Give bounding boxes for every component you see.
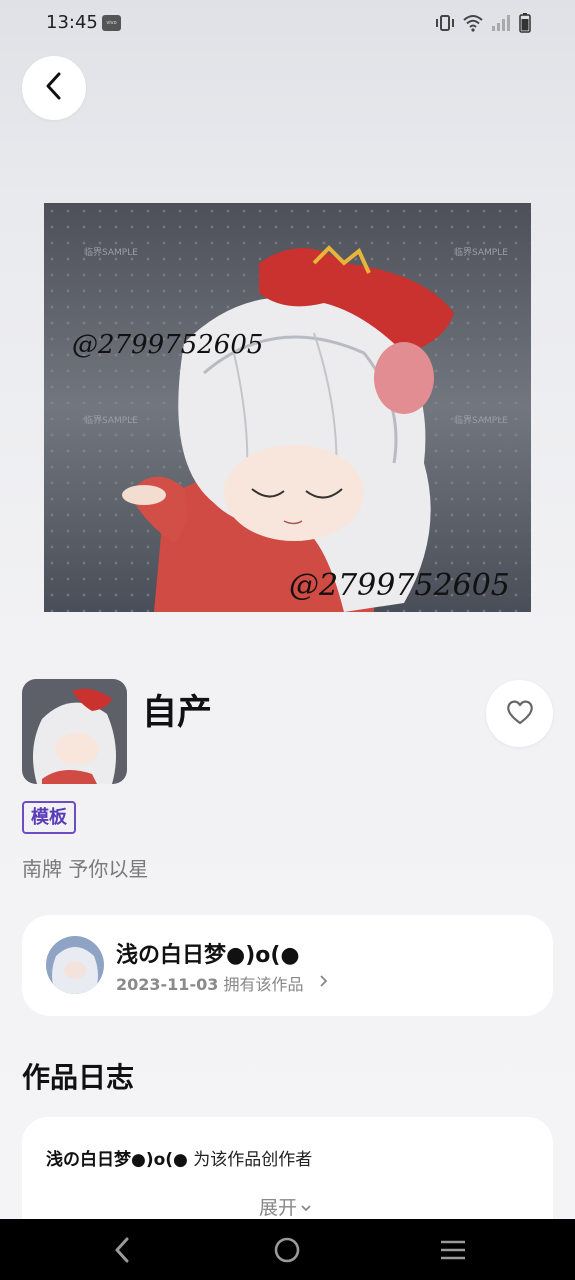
chevron-down-icon — [300, 1196, 312, 1218]
back-button[interactable] — [22, 56, 86, 120]
expand-button[interactable]: 展开 — [259, 1193, 312, 1220]
wifi-icon — [463, 14, 483, 32]
owner-meta: 2023-11-03 拥有该作品 — [116, 971, 303, 995]
owner-card[interactable]: 浅の白日梦●)o(● 2023-11-03 拥有该作品 — [22, 915, 553, 1016]
like-button[interactable] — [486, 680, 553, 747]
nav-back-button[interactable] — [107, 1235, 137, 1265]
owner-meta-text: 拥有该作品 — [223, 975, 304, 994]
template-tag: 模板 — [22, 801, 76, 834]
status-icons — [435, 12, 531, 34]
artwork-title: 自产 — [142, 693, 213, 733]
log-entry-name: 浅の白日梦●)o(● — [46, 1150, 188, 1170]
signal-icon — [491, 14, 511, 32]
nav-home-button[interactable] — [272, 1235, 302, 1265]
sample-watermark: 临界SAMPLE — [454, 246, 508, 258]
sample-watermark: 临界SAMPLE — [454, 414, 508, 426]
log-entry-text: 为该作品创作者 — [187, 1150, 313, 1170]
status-time: 13:45 — [46, 12, 98, 33]
vibrate-icon — [435, 14, 455, 32]
system-nav-bar — [0, 1219, 575, 1280]
nav-menu-button[interactable] — [438, 1235, 468, 1265]
heart-icon — [505, 698, 535, 730]
artwork-subtitle: 南牌 予你以星 — [22, 857, 149, 881]
log-section-title: 作品日志 — [22, 1061, 135, 1094]
owner-date: 2023-11-03 — [116, 975, 219, 994]
expand-label: 展开 — [259, 1197, 298, 1219]
artwork-thumbnail — [22, 679, 127, 784]
battery-icon — [519, 13, 531, 33]
status-bar: 13:45 vivo — [0, 0, 575, 48]
vivo-badge: vivo — [102, 15, 121, 31]
watermark-text-1: @2799752605 — [72, 330, 263, 360]
sample-watermark: 临界SAMPLE — [84, 246, 138, 258]
log-entry: 浅の白日梦●)o(● 为该作品创作者 — [46, 1145, 312, 1170]
sample-watermark: 临界SAMPLE — [84, 414, 138, 426]
chevron-right-icon — [318, 973, 328, 992]
chevron-left-icon — [42, 71, 66, 105]
owner-avatar — [46, 936, 104, 994]
artwork-image[interactable]: @2799752605 @2799752605 临界SAMPLE 临界SAMPL… — [44, 203, 531, 612]
owner-name: 浅の白日梦●)o(● — [116, 943, 300, 968]
watermark-text-2: @2799752605 — [289, 568, 510, 603]
